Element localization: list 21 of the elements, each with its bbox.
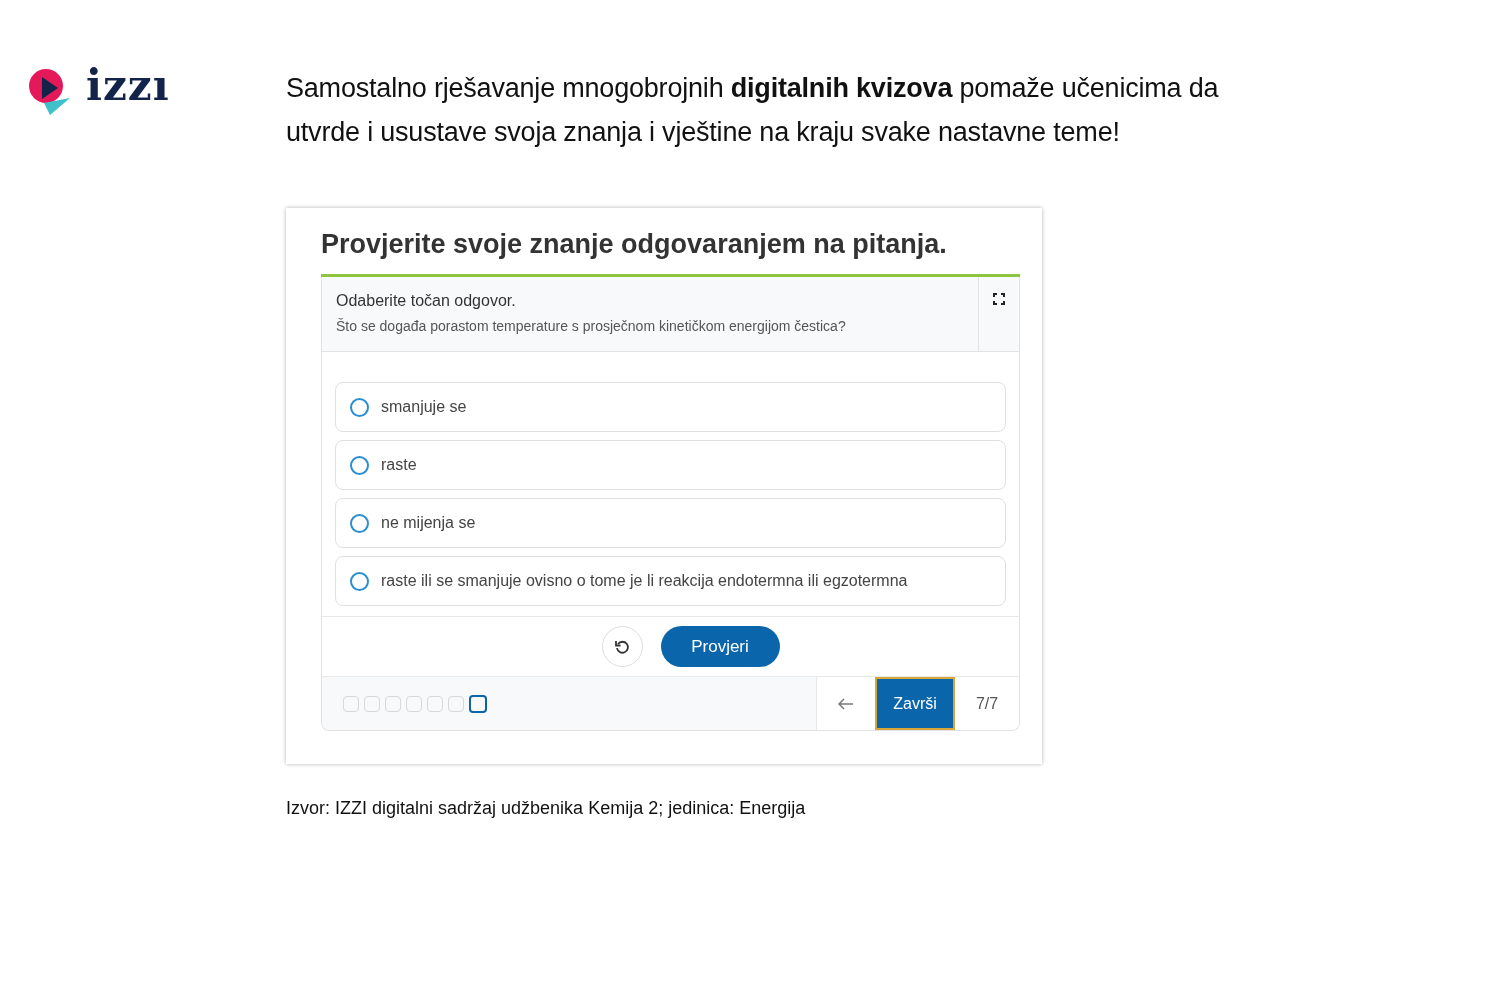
- progress-step[interactable]: [469, 694, 487, 713]
- fullscreen-icon[interactable]: [993, 293, 1005, 305]
- radio-button[interactable]: [350, 397, 369, 417]
- radio-button[interactable]: [350, 571, 369, 591]
- logo: izzı: [28, 64, 286, 116]
- check-button[interactable]: Provjeri: [660, 626, 780, 667]
- page-counter: 7/7: [955, 677, 1019, 730]
- headline: Samostalno rješavanje mnogobrojnih digitalnih kvizova pomaže učenicima da utvrde i usustave svoja znanja i vještine na kraju svake nastavne teme!: [286, 72, 1220, 149]
- reset-icon: [614, 638, 630, 655]
- instruction: Odaberite točan odgovor.: [336, 291, 517, 311]
- answer-option[interactable]: smanjuje se: [335, 382, 1006, 432]
- arrow-left-icon: [838, 697, 854, 710]
- answer-option[interactable]: raste ili se smanjuje ovisno o tome je li reakcija endotermna ili egzotermna: [335, 556, 1006, 606]
- finish-button[interactable]: Završi: [875, 677, 955, 730]
- reset-button[interactable]: [601, 626, 643, 667]
- radio-button[interactable]: [350, 513, 369, 533]
- question-text: Što se događa porastom temperature s prosječnom kinetičkom energijom čestica?: [336, 317, 847, 336]
- radio-button[interactable]: [350, 455, 369, 475]
- answer-option[interactable]: raste: [335, 440, 1006, 490]
- answer-option[interactable]: ne mijenja se: [335, 498, 1006, 548]
- caption: Izvor: IZZI digitalni sadržaj udžbenika Kemija 2; jedinica: Energija: [286, 798, 807, 819]
